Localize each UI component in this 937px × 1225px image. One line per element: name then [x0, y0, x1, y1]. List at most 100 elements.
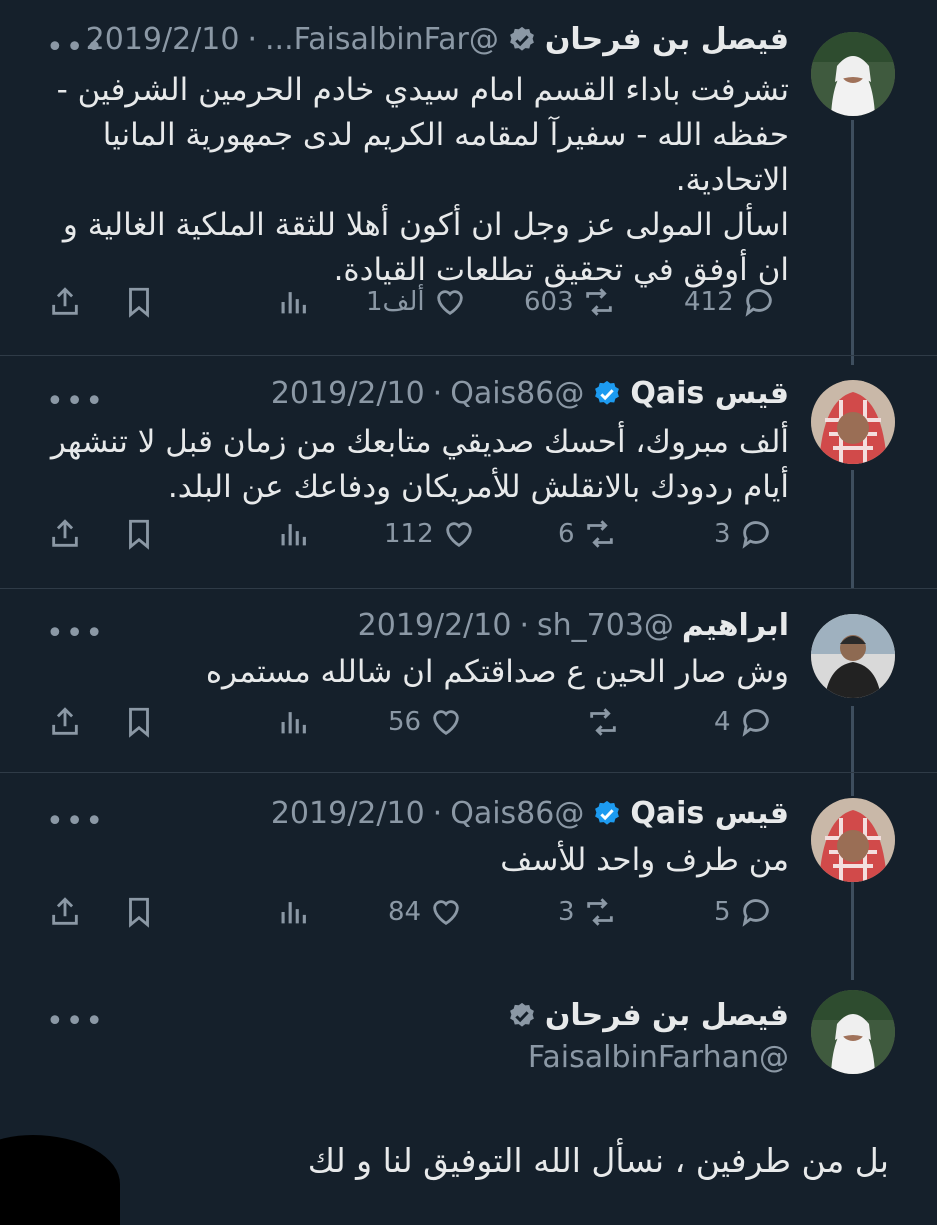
retweet-button[interactable] — [586, 702, 620, 742]
tweet-text: وش صار الحين ع صداقتكم ان شالله مستمره — [205, 654, 789, 690]
views-icon — [281, 902, 306, 924]
retweet-count: 603 — [524, 287, 574, 317]
retweet-icon — [585, 288, 612, 316]
handle[interactable]: @FaisalbinFar... — [265, 20, 499, 60]
reply-button[interactable]: 412 — [684, 282, 776, 322]
handle[interactable]: @Qais86 — [450, 794, 584, 834]
avatar-image — [811, 990, 895, 1074]
bookmark-button[interactable] — [122, 892, 156, 932]
reply-icon — [742, 899, 769, 927]
avatar[interactable] — [811, 32, 895, 116]
display-name[interactable]: قيس Qais — [630, 374, 789, 414]
like-count: 56 — [388, 707, 422, 737]
avatar-image — [811, 380, 895, 464]
share-button[interactable] — [48, 514, 82, 554]
tweet-actions: 1ألف 603 412 — [40, 282, 780, 322]
tweet-text: من طرف واحد للأسف — [500, 842, 789, 878]
avatar[interactable] — [811, 798, 895, 882]
verified-badge-icon — [509, 26, 534, 51]
verified-badge-icon — [595, 380, 620, 405]
tweet-actions: 56 4 — [40, 702, 780, 742]
reply-button[interactable]: 4 — [714, 702, 773, 742]
more-icon[interactable]: ••• — [46, 619, 105, 649]
views-icon — [281, 524, 306, 546]
like-button[interactable]: 1ألف — [366, 282, 467, 322]
tweet-date[interactable]: 2019/2/10 — [86, 20, 240, 60]
divider — [0, 355, 937, 356]
separator-dot: · — [247, 22, 258, 57]
bookmark-button[interactable] — [122, 514, 156, 554]
divider — [0, 588, 937, 589]
views-button[interactable] — [276, 702, 310, 742]
heart-icon — [433, 710, 459, 736]
display-name[interactable]: فيصل بن فرحان — [545, 20, 789, 60]
share-icon — [52, 707, 78, 735]
share-button[interactable] — [48, 282, 82, 322]
verified-badge-icon — [595, 800, 620, 825]
reply-count: 3 — [714, 519, 731, 549]
heart-icon — [436, 290, 463, 316]
separator-dot: · — [432, 796, 443, 831]
verified-badge-icon — [509, 1002, 534, 1027]
more-icon[interactable]: ••• — [46, 33, 105, 63]
share-icon — [52, 519, 78, 547]
bookmark-icon — [129, 707, 149, 738]
retweet-icon — [586, 520, 613, 548]
display-name[interactable]: ابراهيم — [682, 606, 789, 646]
reply-button[interactable]: 3 — [714, 514, 773, 554]
retweet-count: 6 — [558, 519, 575, 549]
tweet-date[interactable]: 2019/2/10 — [358, 606, 512, 646]
share-button[interactable] — [48, 892, 82, 932]
tweet-header: قيس Qais @Qais86 · 2019/2/10 — [271, 794, 789, 834]
tweet-date[interactable]: 2019/2/10 — [271, 794, 425, 834]
heart-icon — [445, 522, 472, 548]
avatar[interactable] — [811, 380, 895, 464]
like-button[interactable]: 112 — [384, 514, 476, 554]
display-name[interactable]: قيس Qais — [630, 794, 789, 834]
display-name[interactable]: فيصل بن فرحان — [545, 996, 789, 1036]
retweet-button[interactable]: 3 — [558, 892, 617, 932]
tweet-header: فيصل بن فرحان @FaisalbinFar... · 2019/2/… — [86, 20, 789, 60]
handle[interactable]: @sh_703 — [537, 606, 674, 646]
like-button[interactable]: 56 — [388, 702, 463, 742]
avatar-image — [811, 32, 895, 116]
bookmark-icon — [129, 897, 149, 928]
divider — [0, 772, 937, 773]
share-icon — [52, 897, 78, 925]
main-tweet-text: بل من طرفين ، نسأل الله التوفيق لنا و لك — [307, 1141, 889, 1180]
share-button[interactable] — [48, 702, 82, 742]
main-tweet-name-row: فيصل بن فرحان — [507, 996, 789, 1036]
retweet-icon — [590, 708, 616, 736]
heart-icon — [433, 900, 459, 926]
like-button[interactable]: 84 — [388, 892, 463, 932]
bookmark-button[interactable] — [122, 282, 156, 322]
avatar[interactable] — [811, 614, 895, 698]
reply-count: 412 — [684, 287, 734, 317]
like-count: 112 — [384, 519, 434, 549]
avatar-image — [811, 798, 895, 882]
views-icon — [281, 292, 306, 314]
views-icon — [281, 712, 306, 734]
share-icon — [52, 287, 78, 315]
more-icon[interactable]: ••• — [46, 387, 105, 417]
reply-icon — [742, 521, 769, 549]
tweet-actions: 112 6 3 — [40, 514, 780, 554]
thread-line — [851, 880, 854, 980]
tweet-date[interactable]: 2019/2/10 — [271, 374, 425, 414]
bookmark-button[interactable] — [122, 702, 156, 742]
views-button[interactable] — [276, 514, 310, 554]
retweet-button[interactable]: 6 — [558, 514, 617, 554]
separator-dot: · — [519, 608, 530, 643]
retweet-button[interactable]: 603 — [524, 282, 616, 322]
avatar[interactable] — [811, 990, 895, 1074]
views-button[interactable] — [276, 282, 310, 322]
more-icon[interactable]: ••• — [46, 807, 105, 837]
handle[interactable]: @Qais86 — [450, 374, 584, 414]
tweet-header: قيس Qais @Qais86 · 2019/2/10 — [271, 374, 789, 414]
like-count: 1ألف — [366, 287, 425, 317]
reply-button[interactable]: 5 — [714, 892, 773, 932]
more-icon[interactable]: ••• — [46, 1007, 105, 1037]
handle[interactable]: @FaisalbinFarhan — [528, 1038, 789, 1078]
views-button[interactable] — [276, 892, 310, 932]
tweet-text: تشرفت باداء القسم امام سيدي خادم الحرمين… — [56, 72, 789, 288]
